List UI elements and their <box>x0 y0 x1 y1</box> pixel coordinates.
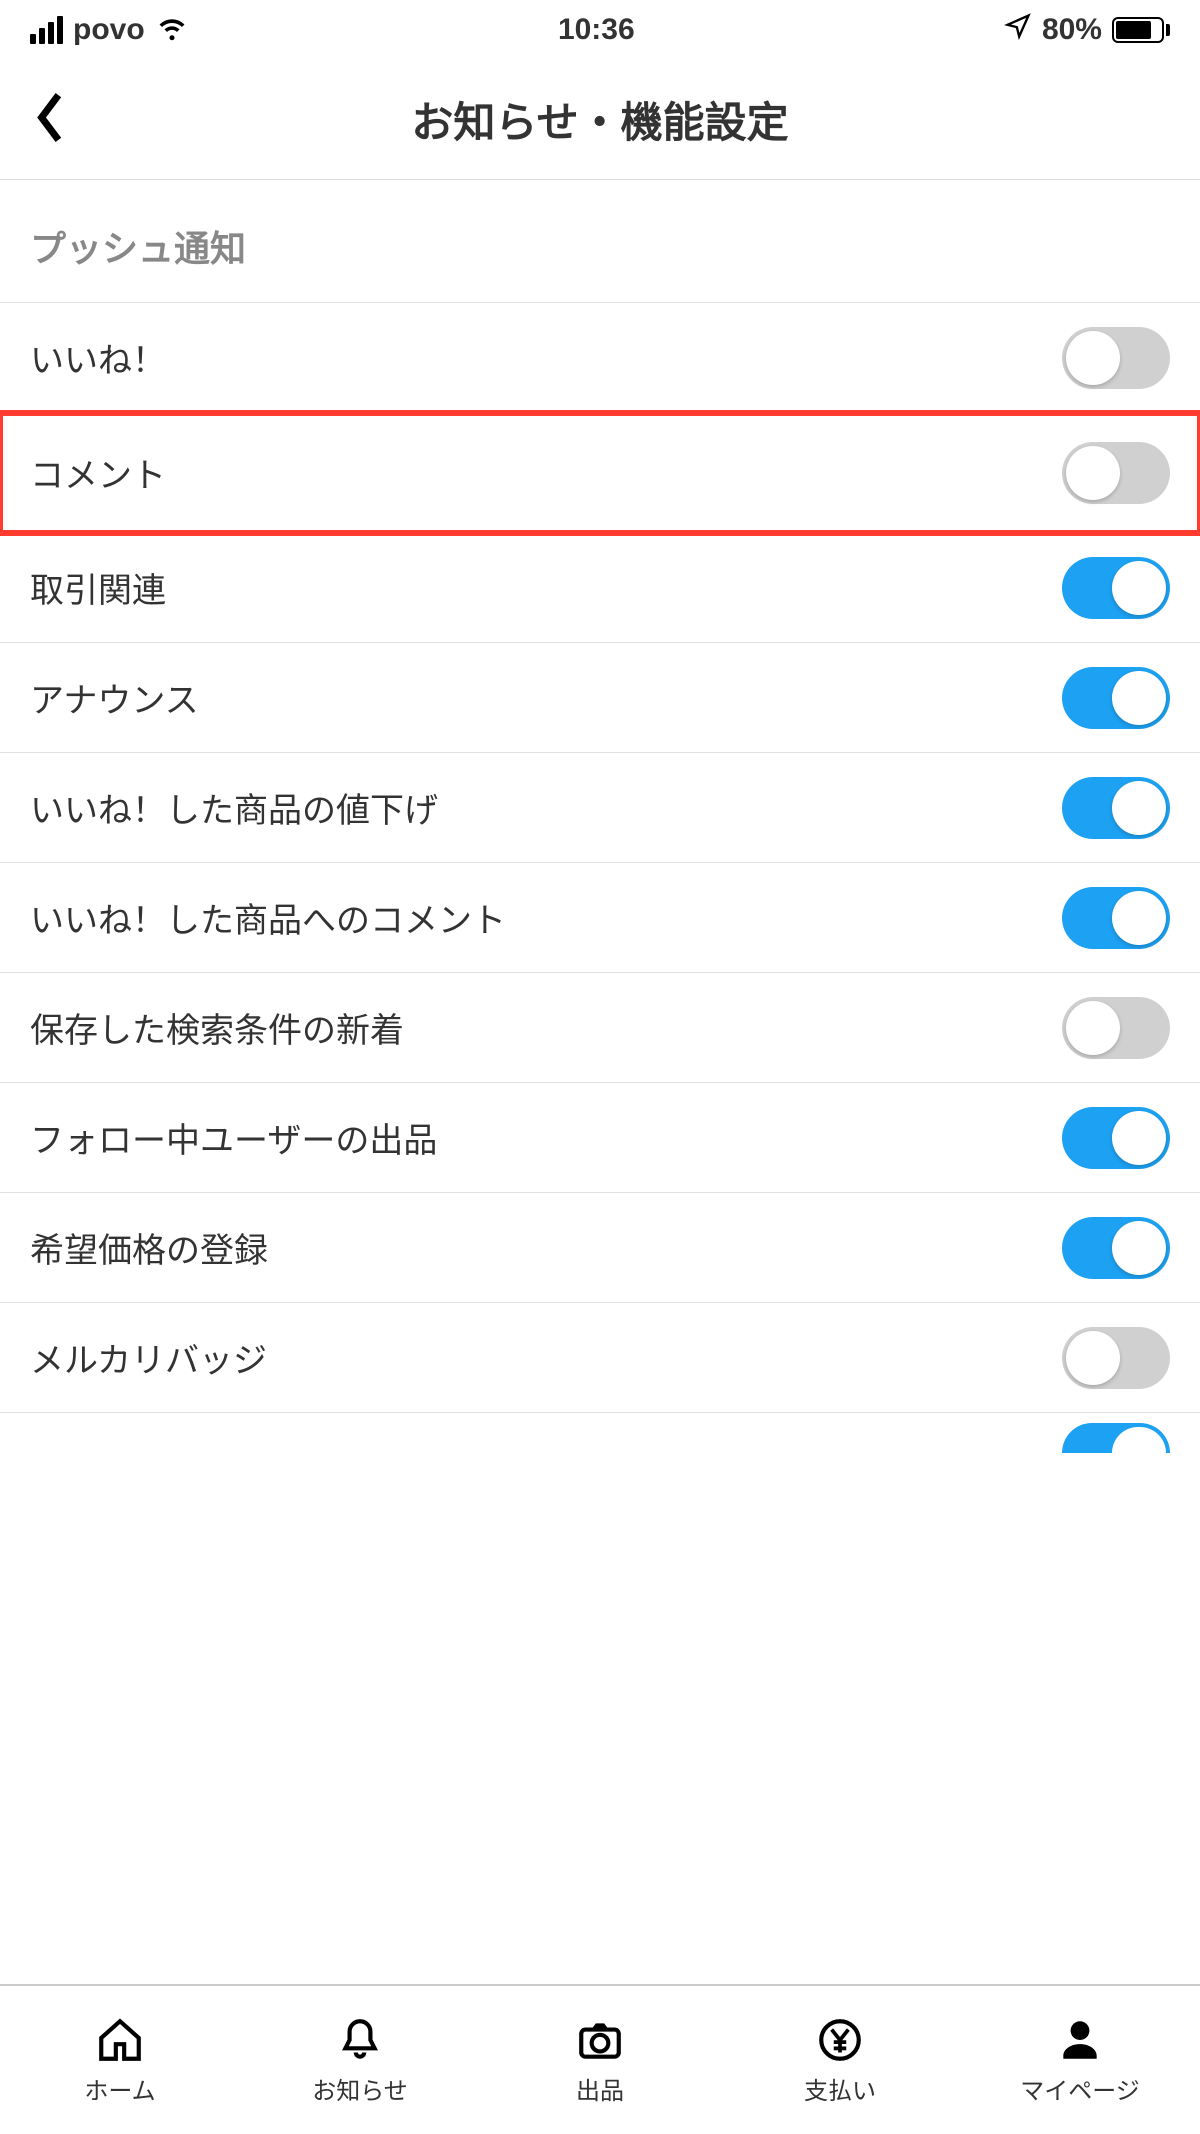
setting-row: アナウンス <box>0 643 1200 753</box>
tab-mypage[interactable]: マイページ <box>960 1986 1200 2134</box>
tab-home-label: ホーム <box>84 2071 155 2106</box>
settings-list: いいね！ コメント取引関連アナウンスいいね！した商品の値下げいいね！した商品へのコ… <box>0 302 1200 1413</box>
tab-sell[interactable]: 出品 <box>480 1986 720 2134</box>
setting-row: いいね！した商品の値下げ <box>0 753 1200 863</box>
setting-row: いいね！した商品へのコメント <box>0 863 1200 973</box>
setting-label: フォロー中ユーザーの出品 <box>30 1113 437 1162</box>
setting-row: コメント <box>0 413 1200 533</box>
setting-toggle[interactable] <box>1062 557 1170 619</box>
setting-label: コメント <box>30 448 166 497</box>
section-header: プッシュ通知 <box>0 180 1200 302</box>
setting-label: メルカリバッジ <box>30 1333 267 1382</box>
setting-label: アナウンス <box>30 673 199 722</box>
bell-icon <box>335 2015 385 2065</box>
clock: 10:36 <box>558 13 635 47</box>
location-icon <box>1004 12 1032 48</box>
setting-row: フォロー中ユーザーの出品 <box>0 1083 1200 1193</box>
setting-label: 取引関連 <box>30 563 166 612</box>
setting-row: 希望価格の登録 <box>0 1193 1200 1303</box>
wifi-icon <box>155 9 189 51</box>
setting-toggle[interactable] <box>1062 997 1170 1059</box>
tab-mypage-label: マイページ <box>1020 2071 1140 2106</box>
back-button[interactable] <box>30 89 70 150</box>
setting-toggle[interactable] <box>1062 1217 1170 1279</box>
setting-toggle[interactable] <box>1062 667 1170 729</box>
setting-row: メルカリバッジ <box>0 1303 1200 1413</box>
battery-icon <box>1112 17 1170 43</box>
setting-label: いいね！した商品へのコメント <box>30 893 506 942</box>
tab-pay[interactable]: 支払い <box>720 1986 960 2134</box>
content-area: プッシュ通知 いいね！コメント取引関連アナウンスいいね！した商品の値下げいいね！… <box>0 180 1200 1984</box>
tab-pay-label: 支払い <box>804 2071 876 2106</box>
setting-toggle[interactable] <box>1062 442 1170 504</box>
page-title: お知らせ・機能設定 <box>411 89 788 150</box>
setting-label: 希望価格の登録 <box>30 1223 268 1272</box>
setting-toggle[interactable] <box>1062 777 1170 839</box>
status-left: povo <box>30 9 189 51</box>
setting-toggle[interactable] <box>1062 1107 1170 1169</box>
setting-row: 取引関連 <box>0 533 1200 643</box>
home-icon <box>95 2015 145 2065</box>
person-icon <box>1055 2015 1105 2065</box>
next-row-peek <box>0 1413 1200 1453</box>
setting-label: 保存した検索条件の新着 <box>30 1003 404 1052</box>
tab-notifications[interactable]: お知らせ <box>240 1986 480 2134</box>
setting-toggle[interactable] <box>1062 887 1170 949</box>
tab-bar: ホーム お知らせ 出品 支払い マイページ <box>0 1984 1200 2134</box>
tab-notifications-label: お知らせ <box>312 2071 408 2106</box>
tab-sell-label: 出品 <box>576 2071 624 2106</box>
yen-icon <box>815 2015 865 2065</box>
tab-home[interactable]: ホーム <box>0 1986 240 2134</box>
setting-label: いいね！した商品の値下げ <box>30 783 438 832</box>
setting-label: いいね！ <box>30 333 166 382</box>
camera-icon <box>575 2015 625 2065</box>
status-right: 80% <box>1004 12 1170 48</box>
setting-row: 保存した検索条件の新着 <box>0 973 1200 1083</box>
setting-row: いいね！ <box>0 303 1200 413</box>
status-bar: povo 10:36 80% <box>0 0 1200 60</box>
nav-header: お知らせ・機能設定 <box>0 60 1200 180</box>
signal-icon <box>30 16 63 44</box>
setting-toggle[interactable] <box>1062 1327 1170 1389</box>
battery-percent: 80% <box>1042 13 1102 47</box>
setting-toggle[interactable] <box>1062 327 1170 389</box>
carrier-label: povo <box>73 13 145 47</box>
